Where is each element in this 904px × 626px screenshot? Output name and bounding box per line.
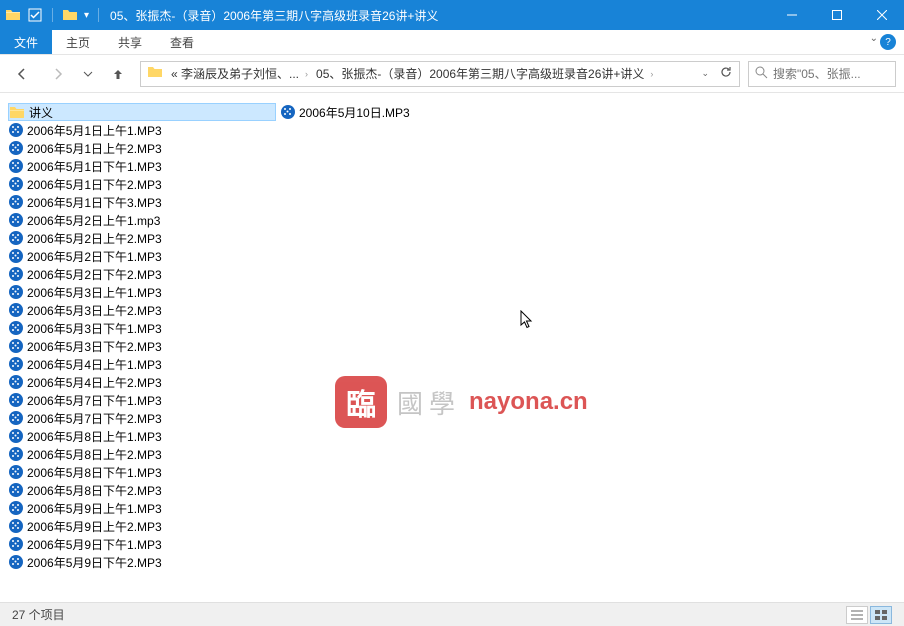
file-name-label: 2006年5月8日下午1.MP3 [27,464,162,481]
file-item[interactable]: 2006年5月1日上午2.MP3 [8,139,276,157]
tab-view[interactable]: 查看 [156,30,208,54]
breadcrumb[interactable]: « 李涵辰及弟子刘恒、...› [171,65,308,82]
file-item[interactable]: 2006年5月9日上午1.MP3 [8,499,276,517]
file-item[interactable]: 2006年5月4日上午2.MP3 [8,373,276,391]
ribbon-tabs: 文件 主页 共享 查看 ⌄ ? [0,30,904,55]
address-dropdown-icon[interactable]: ⌄ [701,68,709,79]
search-box[interactable] [748,61,896,87]
window-title: 05、张振杰-（录音）2006年第三期八字高级班录音26讲+讲义 [110,7,438,24]
file-item[interactable]: 2006年5月3日上午2.MP3 [8,301,276,319]
file-item[interactable]: 2006年5月1日下午2.MP3 [8,175,276,193]
chevron-right-icon: › [305,69,308,79]
maximize-button[interactable] [814,0,859,30]
back-button[interactable] [8,60,36,88]
file-name-label: 2006年5月1日下午1.MP3 [27,158,162,175]
chevron-right-icon: › [650,69,653,79]
file-name-label: 2006年5月7日下午2.MP3 [27,410,162,427]
file-item[interactable]: 2006年5月10日.MP3 [280,103,548,121]
statusbar: 27 个项目 [0,602,904,626]
file-name-label: 2006年5月3日下午1.MP3 [27,320,162,337]
search-icon [755,66,768,82]
folder-icon [147,64,163,83]
file-item[interactable]: 2006年5月2日上午2.MP3 [8,229,276,247]
file-item[interactable]: 2006年5月8日上午1.MP3 [8,427,276,445]
file-item[interactable]: 2006年5月4日上午1.MP3 [8,355,276,373]
file-item[interactable]: 2006年5月8日下午1.MP3 [8,463,276,481]
watermark-badge: 臨 [335,376,387,428]
file-name-label: 2006年5月1日上午1.MP3 [27,122,162,139]
quick-access-toolbar: ▾ [0,7,102,23]
file-name-label: 2006年5月8日上午1.MP3 [27,428,162,445]
file-item[interactable]: 2006年5月1日下午1.MP3 [8,157,276,175]
file-item[interactable]: 2006年5月9日下午1.MP3 [8,535,276,553]
view-icons-button[interactable] [870,606,892,624]
file-name-label: 2006年5月2日下午2.MP3 [27,266,162,283]
file-name-label: 2006年5月9日上午2.MP3 [27,518,162,535]
file-name-label: 2006年5月3日上午1.MP3 [27,284,162,301]
address-bar[interactable]: « 李涵辰及弟子刘恒、...› 05、张振杰-（录音）2006年第三期八字高级班… [140,61,740,87]
file-item[interactable]: 2006年5月1日上午1.MP3 [8,121,276,139]
file-name-label: 2006年5月9日下午1.MP3 [27,536,162,553]
status-item-count: 27 个项目 [12,606,65,623]
search-input[interactable] [773,67,889,81]
help-button[interactable]: ? [880,34,896,50]
file-name-label: 2006年5月2日下午1.MP3 [27,248,162,265]
navigation-bar: « 李涵辰及弟子刘恒、...› 05、张振杰-（录音）2006年第三期八字高级班… [0,55,904,93]
file-name-label: 2006年5月2日上午2.MP3 [27,230,162,247]
file-name-label: 2006年5月10日.MP3 [299,104,410,121]
breadcrumb[interactable]: 05、张振杰-（录音）2006年第三期八字高级班录音26讲+讲义› [316,65,653,82]
qat-dropdown-icon[interactable]: ▾ [84,10,89,21]
file-item[interactable]: 2006年5月2日下午1.MP3 [8,247,276,265]
ribbon-expand-icon[interactable]: ⌄ [870,33,878,44]
file-name-label: 2006年5月7日下午1.MP3 [27,392,162,409]
file-name-label: 2006年5月9日下午2.MP3 [27,554,162,571]
tab-file[interactable]: 文件 [0,30,52,54]
file-name-label: 2006年5月8日下午2.MP3 [27,482,162,499]
tab-share[interactable]: 共享 [104,30,156,54]
file-name-label: 2006年5月1日下午3.MP3 [27,194,162,211]
file-item[interactable]: 2006年5月2日下午2.MP3 [8,265,276,283]
file-item[interactable]: 2006年5月3日上午1.MP3 [8,283,276,301]
file-name-label: 2006年5月4日上午2.MP3 [27,374,162,391]
window-controls [769,0,904,30]
file-item[interactable]: 2006年5月7日下午1.MP3 [8,391,276,409]
folder-item[interactable]: 讲义 [8,103,276,121]
file-list-area[interactable]: 讲义2006年5月1日上午1.MP32006年5月1日上午2.MP32006年5… [0,93,904,602]
file-name-label: 2006年5月8日上午2.MP3 [27,446,162,463]
file-item[interactable]: 2006年5月3日下午1.MP3 [8,319,276,337]
file-name-label: 2006年5月9日上午1.MP3 [27,500,162,517]
folder-icon [5,7,21,23]
file-name-label: 2006年5月3日上午2.MP3 [27,302,162,319]
minimize-button[interactable] [769,0,814,30]
file-item[interactable]: 2006年5月8日下午2.MP3 [8,481,276,499]
file-name-label: 2006年5月4日上午1.MP3 [27,356,162,373]
tab-home[interactable]: 主页 [52,30,104,54]
up-button[interactable] [104,60,132,88]
file-name-label: 2006年5月3日下午2.MP3 [27,338,162,355]
titlebar: ▾ 05、张振杰-（录音）2006年第三期八字高级班录音26讲+讲义 [0,0,904,30]
view-details-button[interactable] [846,606,868,624]
file-name-label: 2006年5月1日上午2.MP3 [27,140,162,157]
file-item[interactable]: 2006年5月3日下午2.MP3 [8,337,276,355]
watermark-url: nayona.cn [469,388,588,416]
recent-dropdown[interactable] [80,60,96,88]
watermark: 臨 國學 nayona.cn [335,376,588,428]
file-item[interactable]: 2006年5月7日下午2.MP3 [8,409,276,427]
close-button[interactable] [859,0,904,30]
folder-small-icon[interactable] [62,7,78,23]
file-item[interactable]: 2006年5月9日上午2.MP3 [8,517,276,535]
file-name-label: 2006年5月2日上午1.mp3 [27,212,160,229]
file-item[interactable]: 2006年5月1日下午3.MP3 [8,193,276,211]
watermark-text: 國學 [397,384,461,421]
file-item[interactable]: 2006年5月9日下午2.MP3 [8,553,276,571]
refresh-button[interactable] [719,65,733,82]
file-item[interactable]: 2006年5月8日上午2.MP3 [8,445,276,463]
file-item[interactable]: 2006年5月2日上午1.mp3 [8,211,276,229]
cursor-icon [520,310,536,330]
file-name-label: 2006年5月1日下午2.MP3 [27,176,162,193]
file-name-label: 讲义 [29,104,53,121]
forward-button[interactable] [44,60,72,88]
select-all-icon[interactable] [27,7,43,23]
